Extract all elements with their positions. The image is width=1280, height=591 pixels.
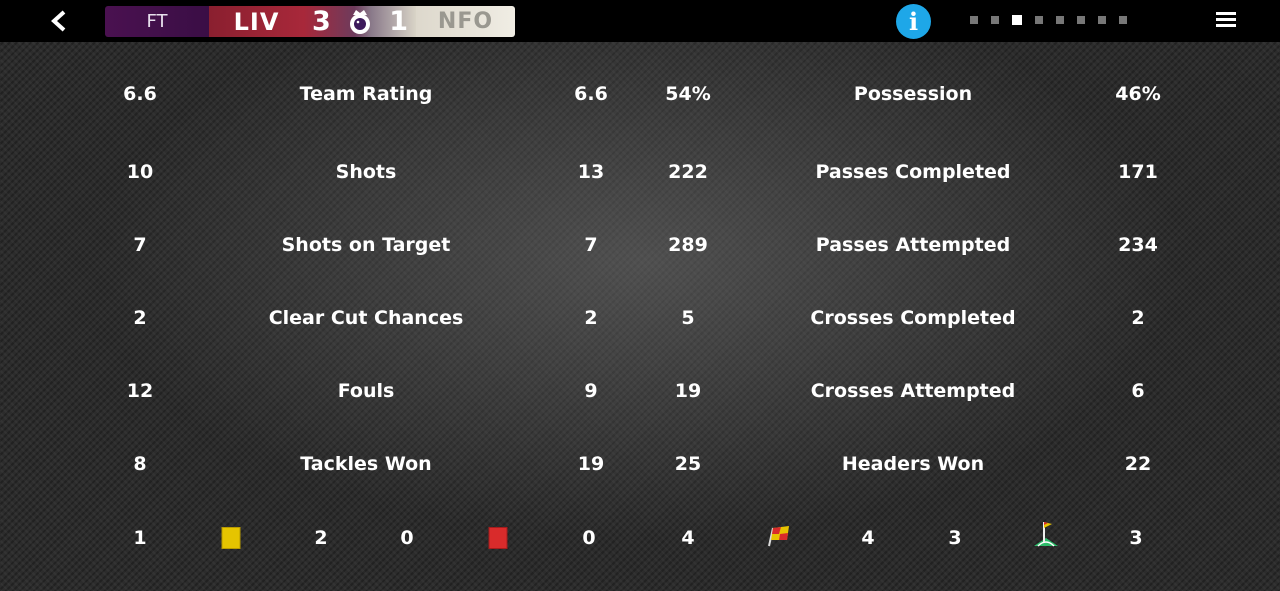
red-cards-away: 0 — [582, 527, 596, 549]
stat-label: Headers Won — [841, 453, 985, 475]
home-score: 3 — [312, 6, 331, 37]
corners-away: 3 — [1129, 527, 1143, 549]
stat-label: Passes Completed — [815, 161, 1011, 183]
stat-away-value: 9 — [584, 380, 598, 402]
stat-away-value: 2 — [584, 307, 598, 329]
page-indicator — [970, 15, 1127, 25]
offsides-home: 4 — [681, 527, 695, 549]
stat-home-value: 2 — [133, 307, 147, 329]
stat-away-value: 6.6 — [574, 83, 608, 105]
back-button[interactable] — [44, 6, 74, 36]
stat-home-value: 10 — [126, 161, 154, 183]
home-team-name: LIV — [209, 6, 304, 37]
away-team-name: NFO — [416, 6, 515, 37]
stat-label: Passes Attempted — [815, 234, 1011, 256]
stat-home-value: 222 — [668, 161, 708, 183]
stat-label: Possession — [853, 83, 973, 105]
premier-league-logo — [344, 6, 376, 37]
stats-panel: 6.6 Team Rating 6.6 10 Shots 13 7 Shots on Targ… — [0, 42, 1280, 591]
page-dot[interactable] — [1056, 16, 1064, 24]
match-status: FT — [105, 6, 209, 37]
stat-home-value: 7 — [133, 234, 147, 256]
stat-label: Clear Cut Chances — [268, 307, 464, 329]
page-dot[interactable] — [991, 16, 999, 24]
red-card-icon — [488, 527, 508, 549]
stat-away-value: 7 — [584, 234, 598, 256]
stat-away-value: 13 — [577, 161, 605, 183]
yellow-cards-home: 1 — [133, 527, 147, 549]
hamburger-menu-icon — [1216, 12, 1236, 27]
stat-away-value: 19 — [577, 453, 605, 475]
stat-label: Shots on Target — [281, 234, 451, 256]
top-bar: FT LIV 3 1 NFO i — [0, 0, 1280, 42]
page-dot[interactable] — [1077, 16, 1085, 24]
stat-label: Shots — [335, 161, 397, 183]
stat-label: Tackles Won — [300, 453, 432, 475]
stat-away-value: 6 — [1131, 380, 1145, 402]
stat-away-value: 22 — [1124, 453, 1152, 475]
info-button[interactable]: i — [896, 4, 931, 39]
scoreboard: FT LIV 3 1 NFO — [105, 6, 515, 37]
stat-label: Fouls — [337, 380, 395, 402]
offsides-away: 4 — [861, 527, 875, 549]
menu-button[interactable] — [1216, 12, 1236, 30]
red-cards-home: 0 — [400, 527, 414, 549]
score: 3 1 — [304, 6, 416, 37]
stat-away-value: 46% — [1115, 83, 1161, 105]
stat-away-value: 2 — [1131, 307, 1145, 329]
stat-home-value: 5 — [681, 307, 695, 329]
stat-away-value: 234 — [1118, 234, 1158, 256]
info-icon: i — [908, 7, 919, 36]
chevron-left-icon — [51, 10, 66, 32]
page-dot[interactable] — [1098, 16, 1106, 24]
stat-home-value: 19 — [674, 380, 702, 402]
stat-home-value: 6.6 — [123, 83, 157, 105]
stat-label: Crosses Completed — [810, 307, 1016, 329]
stat-home-value: 8 — [133, 453, 147, 475]
stat-home-value: 289 — [668, 234, 708, 256]
offside-flag-icon — [765, 524, 793, 552]
stat-away-value: 171 — [1118, 161, 1158, 183]
yellow-card-icon — [221, 527, 241, 549]
corner-flag-icon — [1032, 520, 1060, 552]
corners-home: 3 — [948, 527, 962, 549]
page-dot[interactable] — [1035, 16, 1043, 24]
stat-label: Team Rating — [299, 83, 433, 105]
stat-home-value: 25 — [674, 453, 702, 475]
page-dot[interactable] — [1119, 16, 1127, 24]
stat-label: Crosses Attempted — [810, 380, 1016, 402]
stat-home-value: 12 — [126, 380, 154, 402]
yellow-cards-away: 2 — [314, 527, 328, 549]
stat-home-value: 54% — [665, 83, 711, 105]
page-dot[interactable] — [970, 16, 978, 24]
away-score: 1 — [389, 6, 408, 37]
page-dot[interactable] — [1012, 15, 1022, 25]
